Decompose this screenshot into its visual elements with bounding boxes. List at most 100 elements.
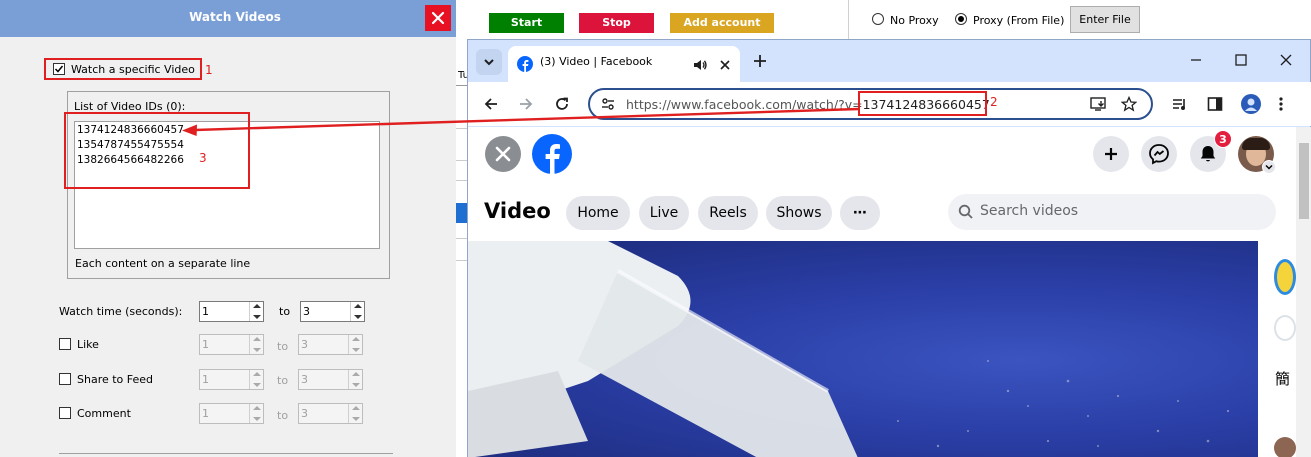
- scrollbar-thumb[interactable]: [1299, 143, 1309, 219]
- messenger-button[interactable]: [1141, 136, 1177, 172]
- stepper-arrows[interactable]: [350, 302, 364, 321]
- tab-close-icon[interactable]: [719, 59, 731, 71]
- stepper-value: 3: [301, 338, 308, 351]
- notification-badge: 3: [1214, 130, 1232, 148]
- stepper-arrows[interactable]: [348, 370, 362, 389]
- stop-button[interactable]: Stop: [579, 13, 654, 33]
- nav-reels[interactable]: Reels: [698, 196, 758, 230]
- no-proxy-radio[interactable]: [872, 13, 884, 25]
- search-placeholder: Search videos: [980, 203, 1079, 219]
- nav-live[interactable]: Live: [639, 196, 689, 230]
- annotation-number-3: 3: [199, 151, 207, 165]
- stepper-value: 1: [202, 338, 209, 351]
- facebook-logo-icon[interactable]: [532, 134, 572, 174]
- search-videos-input[interactable]: Search videos: [948, 194, 1276, 230]
- proxy-file-radio[interactable]: [955, 13, 967, 25]
- watch-time-to-stepper[interactable]: 3: [300, 301, 365, 322]
- search-icon: [958, 204, 973, 219]
- to-label: to: [277, 409, 289, 422]
- stepper-arrows[interactable]: [249, 370, 263, 389]
- comment-from-stepper[interactable]: 1: [199, 403, 264, 424]
- annotation-box-1: [44, 58, 202, 80]
- right-column-text: 簡: [1275, 370, 1291, 388]
- comment-to-stepper[interactable]: 3: [298, 403, 363, 424]
- stepper-arrows[interactable]: [348, 404, 362, 423]
- annotation-box-2: [858, 91, 987, 116]
- comment-checkbox[interactable]: [59, 407, 71, 419]
- profile-avatar[interactable]: [1241, 94, 1261, 114]
- messenger-icon: [1149, 144, 1169, 165]
- dialog-close-button[interactable]: [425, 5, 451, 31]
- close-icon: [495, 146, 511, 162]
- right-column: 簡: [1258, 241, 1296, 457]
- like-from-stepper[interactable]: 1: [199, 334, 264, 355]
- stepper-arrows[interactable]: [348, 335, 362, 354]
- video-heading: Video: [484, 199, 551, 223]
- reload-icon[interactable]: [554, 96, 570, 112]
- new-tab-icon[interactable]: [753, 54, 767, 68]
- dialog-title-bar: Watch Videos: [0, 0, 456, 37]
- bookmark-star-icon[interactable]: [1121, 96, 1137, 112]
- like-checkbox[interactable]: [59, 338, 71, 350]
- share-from-stepper[interactable]: 1: [199, 369, 264, 390]
- video-player[interactable]: [468, 241, 1258, 457]
- add-account-button[interactable]: Add account: [670, 13, 774, 33]
- site-settings-icon[interactable]: [600, 96, 616, 112]
- enter-file-button[interactable]: Enter File: [1070, 6, 1140, 33]
- video-ids-hint: Each content on a separate line: [75, 257, 251, 270]
- facebook-favicon-icon: [517, 56, 533, 72]
- back-arrow-icon[interactable]: [483, 96, 499, 112]
- comment-label: Comment: [77, 407, 131, 420]
- to-label: to: [277, 340, 289, 353]
- plus-icon: [1105, 148, 1117, 160]
- tab-search-button[interactable]: [476, 49, 502, 75]
- annotation-number-2: 2: [990, 95, 998, 109]
- share-to-stepper[interactable]: 3: [298, 369, 363, 390]
- stepper-value: 3: [301, 373, 308, 386]
- close-icon: [431, 11, 445, 25]
- right-column-circle: [1274, 315, 1296, 341]
- speaker-icon[interactable]: [692, 57, 708, 73]
- nav-home[interactable]: Home: [566, 196, 630, 230]
- chevron-down-icon: [484, 59, 494, 66]
- watch-time-from-stepper[interactable]: 1: [199, 301, 264, 322]
- stepper-value: 1: [202, 407, 209, 420]
- app-divider: [848, 0, 849, 39]
- minimize-icon[interactable]: [1190, 54, 1202, 66]
- like-to-stepper[interactable]: 3: [298, 334, 363, 355]
- like-label: Like: [77, 338, 99, 351]
- person-icon: [1245, 98, 1257, 111]
- dialog-title: Watch Videos: [189, 10, 281, 24]
- annotation-number-1: 1: [205, 63, 213, 77]
- tab-title: (3) Video | Facebook: [540, 55, 653, 68]
- right-column-icon: [1274, 259, 1296, 295]
- window-close-icon[interactable]: [1280, 54, 1292, 66]
- stepper-arrows[interactable]: [249, 302, 263, 321]
- scrollbar-track[interactable]: [1296, 127, 1311, 457]
- stepper-arrows[interactable]: [249, 335, 263, 354]
- video-thumbnail-image: [468, 241, 1230, 457]
- install-app-icon[interactable]: [1090, 96, 1108, 112]
- video-nav-row: Video Home Live Reels Shows ⋯ Search vid…: [468, 182, 1296, 240]
- chevron-down-icon: [1265, 164, 1273, 170]
- dialog-bottom-line: [59, 453, 393, 454]
- share-label: Share to Feed: [77, 373, 154, 386]
- media-control-icon[interactable]: [1172, 96, 1188, 112]
- annotation-box-3: [64, 112, 250, 189]
- side-panel-icon[interactable]: [1207, 96, 1223, 112]
- stepper-arrows[interactable]: [249, 404, 263, 423]
- browser-tab[interactable]: (3) Video | Facebook: [508, 46, 740, 82]
- nav-shows[interactable]: Shows: [766, 196, 832, 230]
- close-video-button[interactable]: [485, 136, 521, 172]
- forward-arrow-icon[interactable]: [518, 96, 534, 112]
- nav-more[interactable]: ⋯: [840, 196, 880, 230]
- share-checkbox[interactable]: [59, 373, 71, 385]
- start-button[interactable]: Start: [489, 13, 564, 33]
- account-menu-button[interactable]: [1262, 160, 1276, 174]
- more-menu-icon[interactable]: [1278, 96, 1284, 112]
- stepper-value: 3: [303, 305, 310, 318]
- no-proxy-label: No Proxy: [890, 14, 939, 27]
- create-button[interactable]: [1093, 136, 1129, 172]
- maximize-icon[interactable]: [1235, 54, 1247, 66]
- to-label: to: [279, 305, 291, 318]
